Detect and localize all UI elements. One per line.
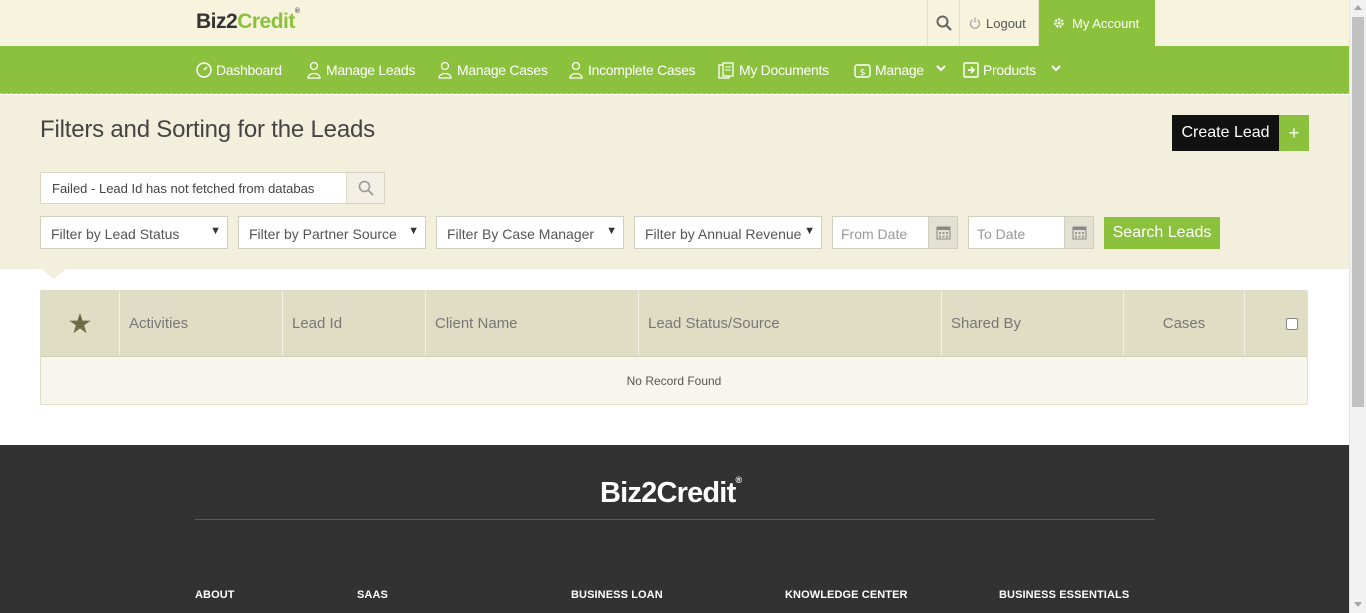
footer-heading-business-essentials[interactable]: BUSINESS ESSENTIALS [999,589,1129,601]
main-nav: Dashboard Manage Leads Manage Cases Inco… [0,46,1349,94]
empty-table-message: No Record Found [41,357,1307,404]
footer-heading-saas[interactable]: SAAS [357,589,388,601]
dropdown-caret-icon: ▼ [408,225,419,237]
products-icon [963,62,979,78]
column-header-lead-id[interactable]: Lead Id [283,291,426,356]
case-manager-select[interactable]: Filter By Case Manager ▼ [436,216,624,249]
search-icon [358,180,374,196]
gear-icon [1054,18,1064,28]
my-account-button[interactable]: My Account [1039,0,1155,46]
nav-manage-leads-label: Manage Leads [326,62,416,78]
from-date-placeholder: From Date [841,226,908,242]
calendar-icon[interactable] [1064,217,1093,248]
column-header-cases[interactable]: Cases [1124,291,1245,356]
footer-heading-about[interactable]: ABOUT [195,589,235,601]
user-icon [438,61,452,79]
footer-heading-business-loan[interactable]: BUSINESS LOAN [571,589,663,601]
power-icon [969,17,981,29]
column-header-activities[interactable]: Activities [120,291,283,356]
create-lead-plus-button[interactable]: + [1279,115,1309,151]
search-leads-button[interactable]: Search Leads [1104,217,1220,249]
documents-icon [718,61,734,79]
search-icon [936,15,952,31]
nav-manage-cases[interactable]: Manage Cases [437,46,548,94]
calendar-icon[interactable] [928,217,957,248]
top-bar: Biz2Credit® Logout My Account [0,0,1349,46]
money-icon: $ [854,63,871,78]
case-manager-select-value: Filter By Case Manager [447,226,595,242]
dropdown-caret-icon: ▼ [606,225,617,237]
scroll-up-arrow-icon[interactable] [1354,5,1362,10]
footer-heading-knowledge-center[interactable]: KNOWLEDGE CENTER [785,589,908,601]
top-search-button[interactable] [927,0,960,46]
my-account-label: My Account [1072,15,1140,31]
footer-divider [195,519,1155,520]
scrollbar-thumb[interactable] [1352,17,1364,407]
nav-my-documents-label: My Documents [739,62,829,78]
to-date-input[interactable]: To Date [968,216,1094,249]
top-actions: Logout My Account [927,0,1155,46]
lead-status-select[interactable]: Filter by Lead Status ▼ [40,216,228,249]
scroll-down-arrow-icon[interactable] [1354,602,1362,607]
panel-pointer [42,269,66,279]
footer-logo[interactable]: Biz2Credit® [600,475,742,510]
lead-status-select-value: Filter by Lead Status [51,226,180,242]
nav-manage-leads[interactable]: Manage Leads [306,46,415,94]
logout-button[interactable]: Logout [960,0,1039,46]
nav-incomplete-cases[interactable]: Incomplete Cases [568,46,696,94]
nav-dashboard-label: Dashboard [216,62,282,78]
nav-manage[interactable]: $ Manage [854,46,924,94]
chevron-down-icon[interactable] [936,63,946,73]
from-date-input[interactable]: From Date [832,216,958,249]
nav-manage-cases-label: Manage Cases [457,62,548,78]
dashboard-icon [196,62,212,78]
nav-products-label: Products [983,62,1036,78]
partner-source-select-value: Filter by Partner Source [249,226,397,242]
nav-my-documents[interactable]: My Documents [718,46,829,94]
page-title: Filters and Sorting for the Leads [40,116,375,143]
dropdown-caret-icon: ▼ [210,225,221,237]
nav-incomplete-cases-label: Incomplete Cases [588,62,696,78]
annual-revenue-select-value: Filter by Annual Revenue [645,226,802,242]
select-all-checkbox[interactable] [1286,318,1298,330]
column-header-lead-status-source[interactable]: Lead Status/Source [639,291,942,356]
svg-text:$: $ [860,68,865,78]
column-header-client-name[interactable]: Client Name [426,291,639,356]
logout-label: Logout [986,15,1026,31]
to-date-placeholder: To Date [977,226,1026,242]
chevron-down-icon[interactable] [1051,63,1061,73]
lead-search-button[interactable] [346,172,385,204]
nav-dashboard[interactable]: Dashboard [196,46,282,94]
lead-search-input[interactable]: Failed - Lead Id has not fetched from da… [40,172,347,204]
nav-products[interactable]: Products [963,46,1036,94]
column-header-shared-by[interactable]: Shared By [942,291,1124,356]
user-icon [307,61,321,79]
site-footer [0,445,1349,613]
leads-table: Activities Lead Id Client Name Lead Stat… [40,290,1308,405]
favorite-column-header[interactable] [41,291,120,356]
table-header: Activities Lead Id Client Name Lead Stat… [41,291,1307,357]
brand-logo[interactable]: Biz2Credit® [196,8,300,34]
create-lead-button[interactable]: Create Lead [1172,115,1279,151]
user-icon [569,61,583,79]
dropdown-caret-icon: ▼ [804,225,815,237]
annual-revenue-select[interactable]: Filter by Annual Revenue ▼ [634,216,822,249]
partner-source-select[interactable]: Filter by Partner Source ▼ [238,216,426,249]
star-icon [69,313,91,334]
nav-manage-label: Manage [875,62,924,78]
page-scrollbar[interactable] [1349,0,1366,613]
